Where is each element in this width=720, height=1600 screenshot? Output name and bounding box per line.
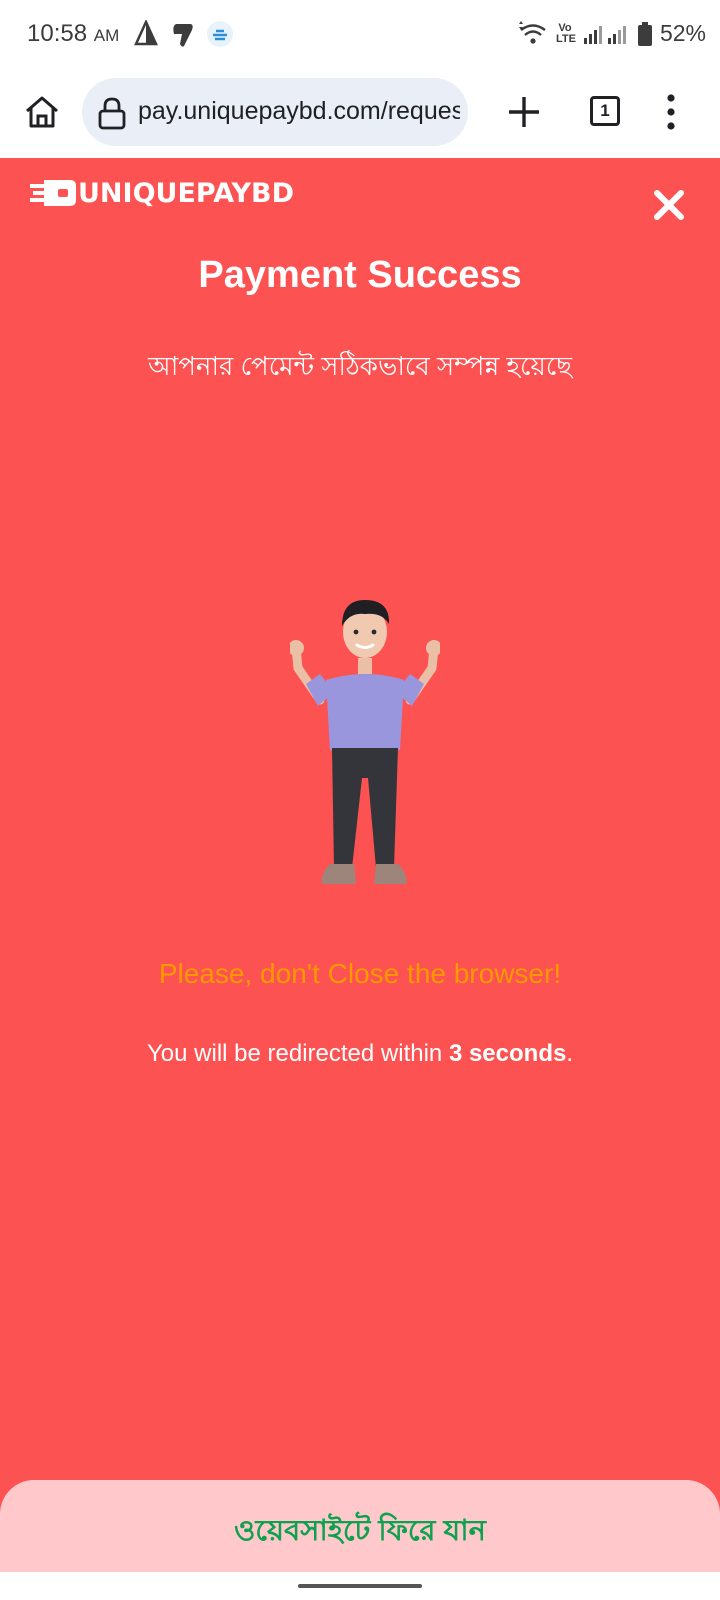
payment-page: UNIQUEPAYBD Payment Success আপনার পেমেন্… [0, 158, 720, 1600]
clock-time: 10:58 [27, 20, 88, 47]
page-subtitle: আপনার পেমেন্ট সঠিকভাবে সম্পন্ন হয়েছে [147, 351, 573, 381]
lock-icon[interactable] [96, 96, 128, 130]
more-vert-icon[interactable] [664, 92, 678, 132]
redirect-message: You will be redirected within 3 seconds. [0, 1040, 720, 1068]
gesture-nav-area [0, 1572, 720, 1600]
back-to-website-button[interactable]: ওয়েবসাইটে ফিরে যান [0, 1508, 720, 1557]
redirect-prefix: You will be redirected within [146, 1040, 449, 1067]
tabs-button[interactable]: 1 [590, 96, 620, 126]
signal-icon [583, 25, 626, 44]
brand-name: UNIQUEPAYBD [78, 177, 295, 209]
celebration-illustration [290, 600, 440, 884]
battery-percent: 52% [659, 20, 706, 46]
close-icon[interactable] [652, 188, 686, 222]
gesture-handle[interactable] [298, 1584, 422, 1588]
home-icon[interactable] [22, 92, 62, 132]
redirect-countdown: 3 seconds [448, 1040, 567, 1067]
address-bar[interactable]: pay.uniquepaybd.com/request [82, 78, 468, 146]
notification-triangle-icon [134, 20, 158, 46]
status-bar: 10:58 AM Vo LTE 52% [0, 0, 720, 70]
notification-app-icon [173, 24, 193, 47]
clock-ampm: AM [93, 26, 120, 45]
volte-label: Vo LTE [555, 21, 576, 45]
url-text[interactable]: pay.uniquepaybd.com/request [138, 97, 460, 126]
battery-icon [637, 21, 652, 46]
brand-logo: UNIQUEPAYBD [30, 176, 294, 210]
status-time: 10:58 AM [27, 20, 119, 48]
status-indicators: Vo LTE 52% [518, 20, 706, 47]
notification-brand-icon [207, 21, 233, 47]
page-title: Payment Success [198, 254, 522, 296]
browser-toolbar: pay.uniquepaybd.com/request 1 [0, 70, 720, 158]
warning-message: Please, don't Close the browser! [158, 958, 562, 989]
logo-icon [30, 180, 76, 206]
wifi-icon [518, 20, 546, 44]
redirect-suffix: . [566, 1040, 573, 1067]
new-tab-plus-icon[interactable] [504, 92, 544, 132]
